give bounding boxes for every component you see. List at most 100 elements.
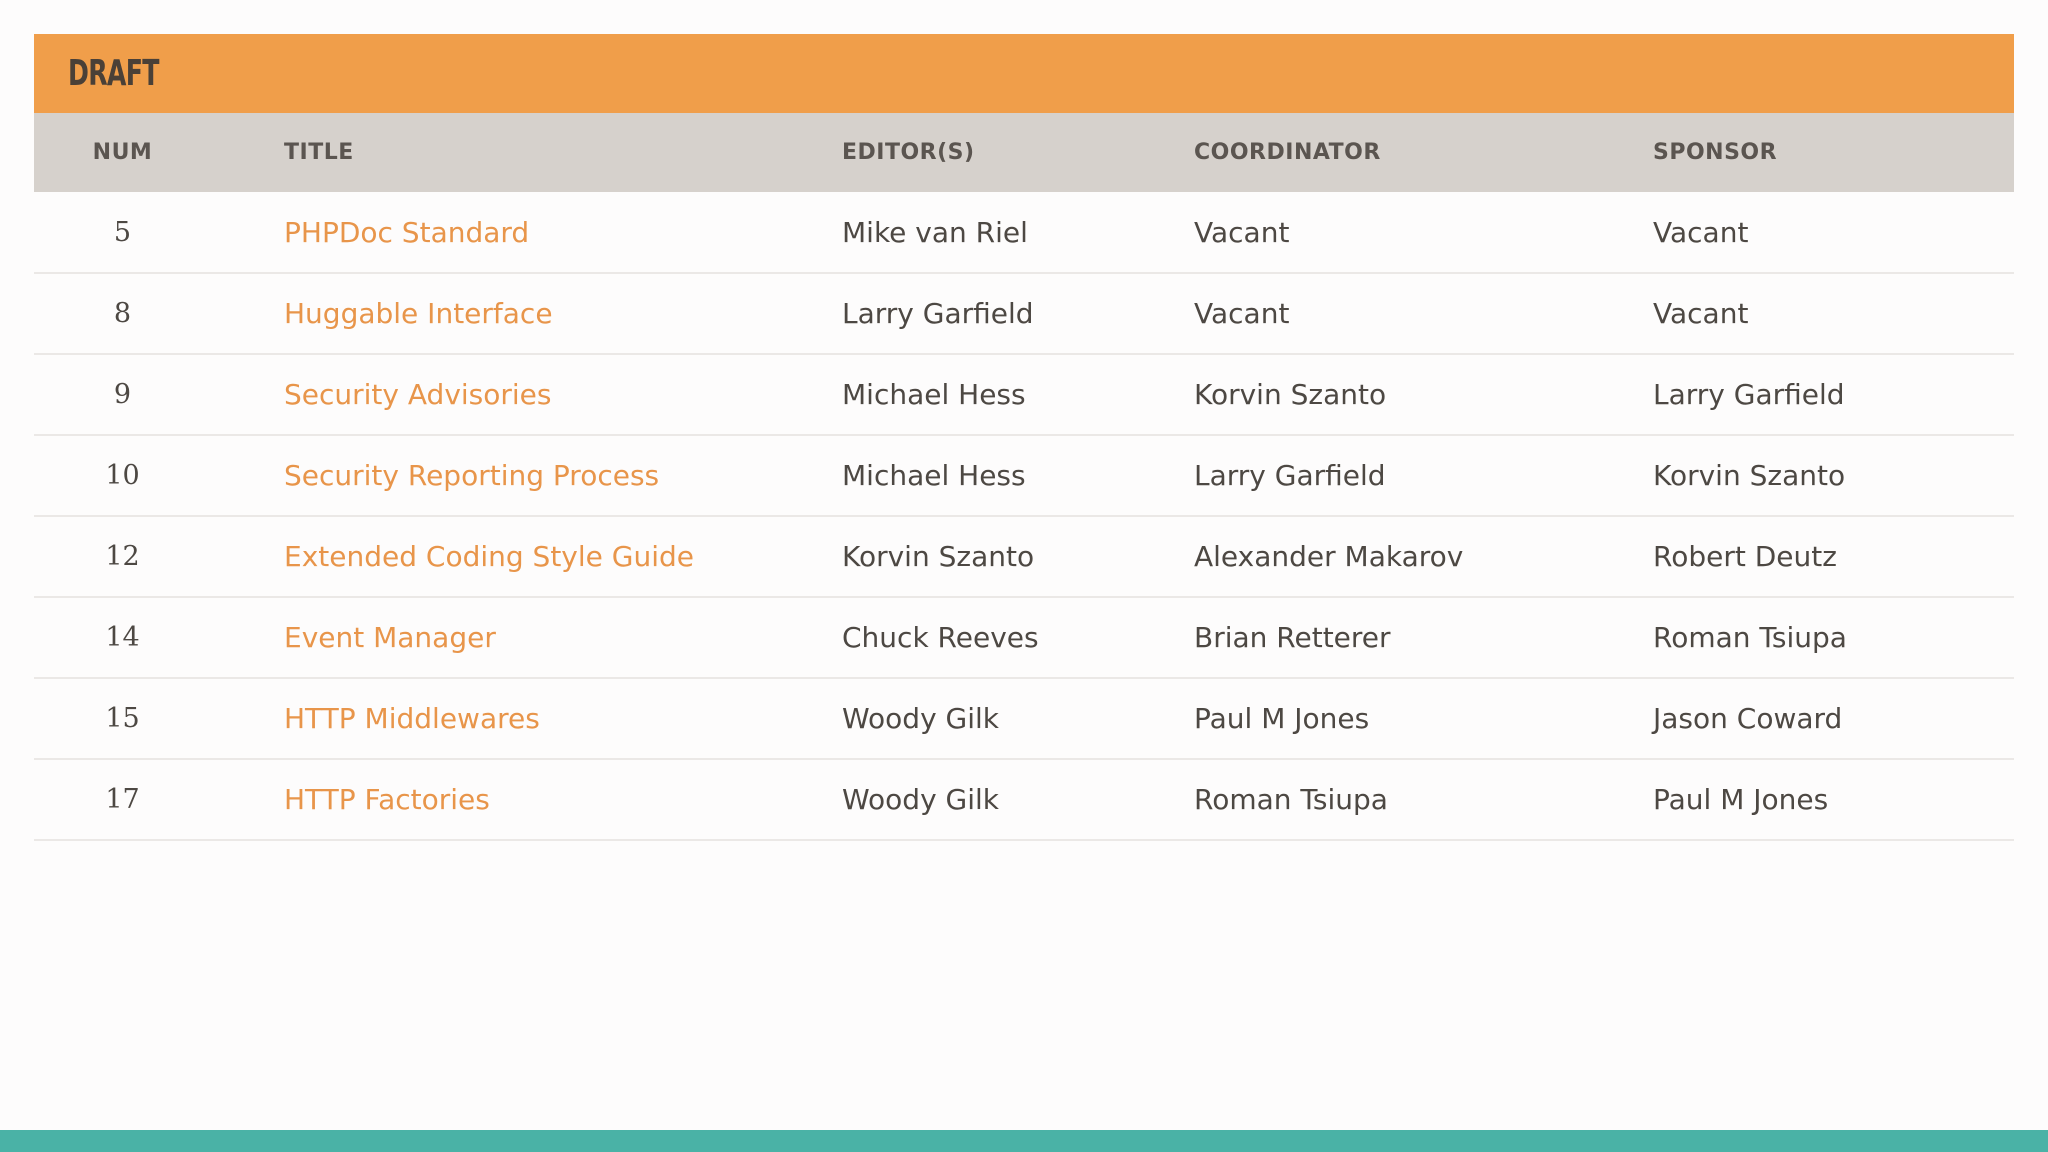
row-num: 17 xyxy=(105,784,140,815)
table-row: 17 HTTP Factories Woody Gilk Roman Tsiupa Pa… xyxy=(34,759,2014,840)
row-sponsor: Korvin Szanto xyxy=(1653,459,1846,492)
row-num-cell: 9 xyxy=(34,354,211,435)
row-coordinator: Larry Garfield xyxy=(1194,459,1386,492)
row-coordinator: Korvin Szanto xyxy=(1194,378,1387,411)
pser-title-link[interactable]: HTTP Factories xyxy=(284,783,490,816)
column-header-editors: EDITOR(S) xyxy=(842,140,975,165)
row-num-cell: 5 xyxy=(34,192,211,273)
pser-title-link[interactable]: Event Manager xyxy=(284,621,496,654)
row-editors: Michael Hess xyxy=(842,459,1026,492)
column-header-sponsor: SPONSOR xyxy=(1653,140,1778,165)
column-header-title: TITLE xyxy=(284,140,354,165)
pser-title-link[interactable]: Security Advisories xyxy=(284,378,552,411)
row-sponsor: Robert Deutz xyxy=(1653,540,1837,573)
row-editors-cell: Korvin Szanto xyxy=(842,516,1194,597)
row-editors-cell: Larry Garfield xyxy=(842,273,1194,354)
table-header-row: NUM TITLE EDITOR(S) COORDINATOR SPONSOR xyxy=(34,113,2014,192)
row-num: 8 xyxy=(113,298,132,329)
row-title-cell: Security Advisories xyxy=(211,354,842,435)
row-num-cell: 14 xyxy=(34,597,211,678)
row-sponsor-cell: Larry Garfield xyxy=(1653,354,2014,435)
row-editors: Mike van Riel xyxy=(842,215,1028,249)
row-num: 9 xyxy=(113,379,132,410)
row-num-cell: 12 xyxy=(34,516,211,597)
table-row: 10 Security Reporting Process Michael Hess… xyxy=(34,435,2014,516)
row-coordinator: Vacant xyxy=(1194,215,1290,249)
row-sponsor: Vacant xyxy=(1653,215,1749,249)
row-editors-cell: Woody Gilk xyxy=(842,678,1194,759)
table-row: 12 Extended Coding Style Guide Korvin Szan… xyxy=(34,516,2014,597)
row-coordinator-cell: Larry Garfield xyxy=(1194,435,1653,516)
pser-table: NUM TITLE EDITOR(S) COORDINATOR SPONSOR … xyxy=(34,113,2014,841)
row-coordinator-cell: Brian Retterer xyxy=(1194,597,1653,678)
row-coordinator: Roman Tsiupa xyxy=(1194,783,1388,816)
row-title-cell: HTTP Middlewares xyxy=(211,678,842,759)
pser-title-link[interactable]: PHPDoc Standard xyxy=(284,216,529,249)
row-sponsor-cell: Vacant xyxy=(1653,192,2014,273)
row-editors: Larry Garfield xyxy=(842,297,1034,330)
footer-bar xyxy=(0,1130,2048,1152)
draft-panel: DRAFT NUM TITLE EDITOR(S) COORDINATOR SP… xyxy=(34,34,2014,841)
section-header: DRAFT xyxy=(34,34,2014,113)
row-title-cell: HTTP Factories xyxy=(211,759,842,840)
row-title-cell: PHPDoc Standard xyxy=(211,192,842,273)
table-row: 5 PHPDoc Standard Mike van Riel Vacant Vacan… xyxy=(34,192,2014,273)
row-sponsor-cell: Robert Deutz xyxy=(1653,516,2014,597)
row-editors-cell: Chuck Reeves xyxy=(842,597,1194,678)
row-sponsor: Jason Coward xyxy=(1653,702,1843,735)
row-coordinator-cell: Roman Tsiupa xyxy=(1194,759,1653,840)
row-title-cell: Security Reporting Process xyxy=(211,435,842,516)
row-sponsor: Roman Tsiupa xyxy=(1653,621,1847,654)
row-editors-cell: Michael Hess xyxy=(842,435,1194,516)
row-title-cell: Event Manager xyxy=(211,597,842,678)
row-coordinator: Paul M Jones xyxy=(1194,702,1370,735)
row-sponsor: Vacant xyxy=(1653,297,1749,330)
row-title-cell: Extended Coding Style Guide xyxy=(211,516,842,597)
row-num-cell: 15 xyxy=(34,678,211,759)
row-sponsor-cell: Korvin Szanto xyxy=(1653,435,2014,516)
column-header-num: NUM xyxy=(92,140,153,165)
row-num: 15 xyxy=(105,703,140,734)
table-body: 5 PHPDoc Standard Mike van Riel Vacant Vacan… xyxy=(34,192,2014,840)
row-sponsor-cell: Jason Coward xyxy=(1653,678,2014,759)
row-editors: Michael Hess xyxy=(842,378,1026,411)
pser-title-link[interactable]: Security Reporting Process xyxy=(284,459,659,492)
pser-title-link[interactable]: Extended Coding Style Guide xyxy=(284,540,694,573)
row-editors: Woody Gilk xyxy=(842,702,1000,735)
column-header-coordinator: COORDINATOR xyxy=(1194,140,1381,165)
pser-title-link[interactable]: HTTP Middlewares xyxy=(284,702,540,735)
row-num-cell: 8 xyxy=(34,273,211,354)
row-editors-cell: Mike van Riel xyxy=(842,192,1194,273)
row-sponsor-cell: Paul M Jones xyxy=(1653,759,2014,840)
row-coordinator: Alexander Makarov xyxy=(1194,540,1464,573)
table-row: 8 Huggable Interface Larry Garfield Vacant V… xyxy=(34,273,2014,354)
row-coordinator-cell: Paul M Jones xyxy=(1194,678,1653,759)
row-coordinator: Brian Retterer xyxy=(1194,621,1391,654)
row-editors: Chuck Reeves xyxy=(842,621,1039,654)
row-editors: Woody Gilk xyxy=(842,783,1000,816)
row-coordinator-cell: Vacant xyxy=(1194,192,1653,273)
row-sponsor-cell: Roman Tsiupa xyxy=(1653,597,2014,678)
row-editors-cell: Michael Hess xyxy=(842,354,1194,435)
table-row: 14 Event Manager Chuck Reeves Brian Rettere… xyxy=(34,597,2014,678)
row-coordinator-cell: Alexander Makarov xyxy=(1194,516,1653,597)
row-sponsor-cell: Vacant xyxy=(1653,273,2014,354)
pser-title-link[interactable]: Huggable Interface xyxy=(284,297,553,330)
row-num-cell: 17 xyxy=(34,759,211,840)
row-editors: Korvin Szanto xyxy=(842,540,1035,573)
row-sponsor: Larry Garfield xyxy=(1653,378,1845,411)
row-coordinator-cell: Vacant xyxy=(1194,273,1653,354)
table-row: 9 Security Advisories Michael Hess Korvin S… xyxy=(34,354,2014,435)
section-title: DRAFT xyxy=(68,53,159,94)
row-sponsor: Paul M Jones xyxy=(1653,783,1829,816)
row-num: 5 xyxy=(113,216,132,248)
row-title-cell: Huggable Interface xyxy=(211,273,842,354)
row-num-cell: 10 xyxy=(34,435,211,516)
row-coordinator: Vacant xyxy=(1194,297,1290,330)
row-num: 12 xyxy=(105,541,140,572)
row-coordinator-cell: Korvin Szanto xyxy=(1194,354,1653,435)
row-num: 10 xyxy=(105,460,140,491)
table-header: NUM TITLE EDITOR(S) COORDINATOR SPONSOR xyxy=(34,113,2014,192)
row-editors-cell: Woody Gilk xyxy=(842,759,1194,840)
table-row: 15 HTTP Middlewares Woody Gilk Paul M Jones… xyxy=(34,678,2014,759)
